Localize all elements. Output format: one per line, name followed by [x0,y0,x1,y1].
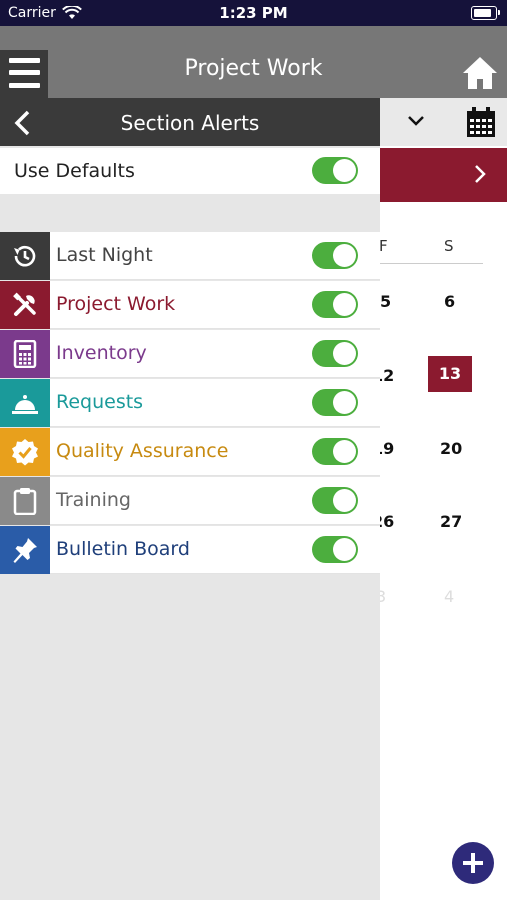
section-row-quality-assurance: Quality Assurance [0,428,380,476]
section-label-requests: Requests [56,391,144,413]
section-row-training: Training [0,477,380,525]
home-icon[interactable] [461,54,499,92]
section-row-bulletin-board: Bulletin Board [0,526,380,574]
quality-assurance-toggle[interactable] [312,438,358,465]
section-label-training: Training [56,489,131,511]
status-time: 1:23 PM [219,4,288,22]
add-button[interactable] [452,842,494,884]
badge-check-icon [0,428,50,476]
section-label-last-night: Last Night [56,244,153,266]
page-title: Project Work [184,56,323,81]
calendar-day-next-month[interactable]: 4 [444,587,454,606]
use-defaults-row: Use Defaults [0,148,380,194]
section-label-project-work: Project Work [56,293,176,315]
section-alerts-panel: Section Alerts Use Defaults Last Night P… [0,98,380,900]
calendar-icon[interactable] [466,106,496,142]
calendar-day[interactable]: 6 [444,292,455,311]
inventory-toggle[interactable] [312,340,358,367]
calendar-divider [380,263,483,264]
service-bell-icon [0,379,50,427]
chevron-right-icon[interactable] [473,162,487,190]
calendar-toolbar [380,98,507,146]
status-bar: Carrier 1:23 PM [0,0,507,26]
section-label-bulletin-board: Bulletin Board [56,538,190,560]
chevron-down-icon[interactable] [406,110,426,134]
calendar-header-fri: F [379,237,388,255]
calendar-header-sat: S [444,237,454,255]
battery-icon [471,6,500,20]
history-icon [0,232,50,280]
pushpin-icon [0,526,50,574]
section-label-inventory: Inventory [56,342,147,364]
panel-title: Section Alerts [120,111,260,135]
calculator-icon [0,330,50,378]
bulletin-board-toggle[interactable] [312,536,358,563]
panel-header: Section Alerts [0,98,380,146]
training-toggle[interactable] [312,487,358,514]
calendar-day[interactable]: 20 [440,439,462,458]
calendar-day-selected[interactable]: 13 [428,356,472,392]
tools-icon [0,281,50,329]
requests-toggle[interactable] [312,389,358,416]
nav-bar: Project Work [0,26,507,98]
last-night-toggle[interactable] [312,242,358,269]
clipboard-icon [0,477,50,525]
calendar-day[interactable]: 5 [380,292,391,311]
section-row-project-work: Project Work [0,281,380,329]
section-row-requests: Requests [0,379,380,427]
month-bar [380,148,507,202]
calendar-day[interactable]: 27 [440,512,462,531]
section-label-quality-assurance: Quality Assurance [56,440,229,462]
hamburger-menu-icon[interactable] [0,50,48,100]
project-work-toggle[interactable] [312,291,358,318]
use-defaults-toggle[interactable] [312,157,358,184]
use-defaults-label: Use Defaults [14,160,135,182]
section-row-inventory: Inventory [0,330,380,378]
section-row-last-night: Last Night [0,232,380,280]
